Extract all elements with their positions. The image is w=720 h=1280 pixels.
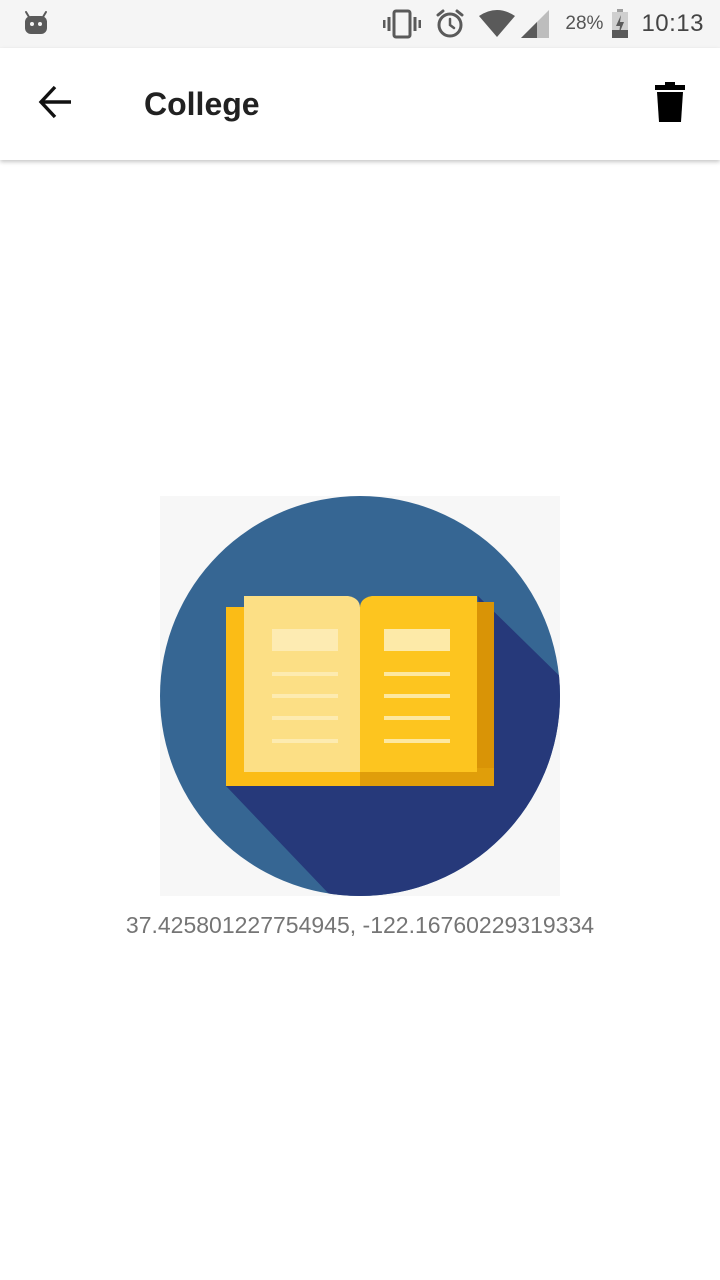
toolbar: College <box>0 48 720 160</box>
vibrate-icon <box>383 9 422 39</box>
android-icon <box>22 9 50 37</box>
open-book-icon <box>160 496 560 896</box>
page-title: College <box>144 86 260 122</box>
place-coordinates: 37.425801227754945, -122.16760229319334 <box>125 912 595 938</box>
status-icons: 28% 10:13 <box>383 0 704 48</box>
wifi-icon <box>479 10 516 38</box>
status-bar: 28% 10:13 <box>0 0 720 48</box>
trash-icon <box>655 82 685 126</box>
back-button[interactable] <box>24 72 88 136</box>
alarm-icon <box>435 9 465 39</box>
delete-button[interactable] <box>638 72 702 136</box>
clock: 10:13 <box>641 10 704 37</box>
place-detail: 37.425801227754945, -122.16760229319334 <box>0 160 720 1280</box>
battery-percent: 28% <box>565 13 604 34</box>
cell-signal-icon <box>521 10 551 38</box>
battery-charging-icon <box>611 9 629 39</box>
arrow-back-icon <box>38 84 74 124</box>
